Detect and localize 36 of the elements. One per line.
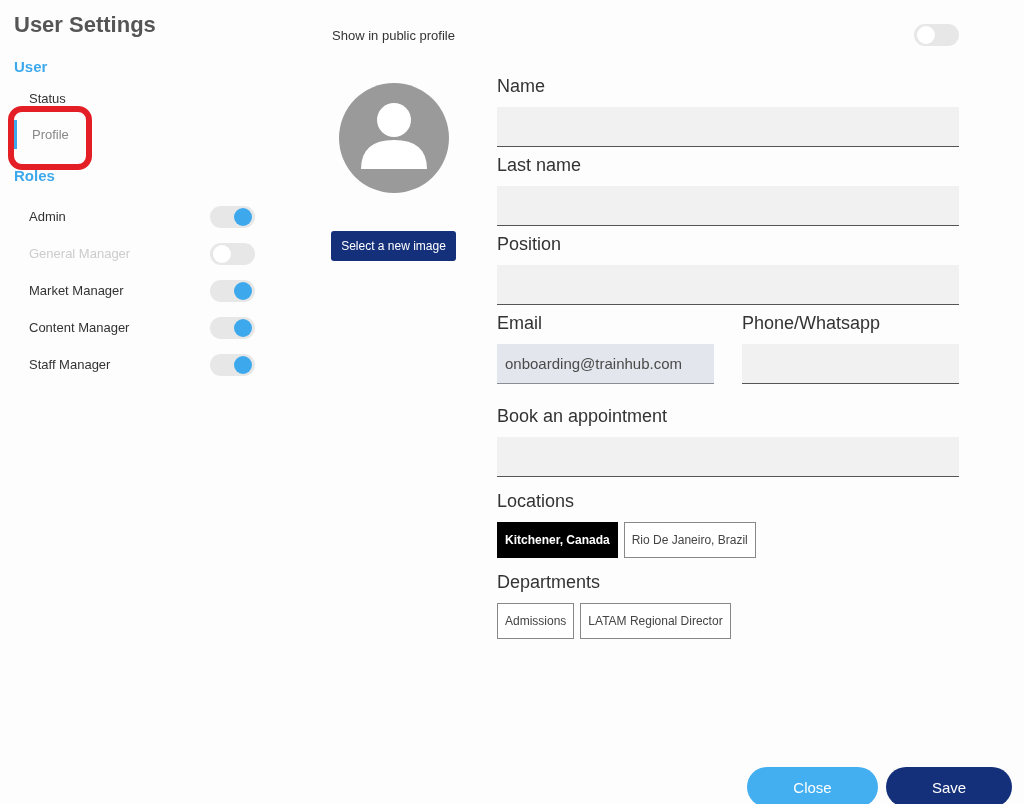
role-label: Staff Manager <box>29 357 111 372</box>
toggle-switch[interactable] <box>210 279 255 302</box>
field-label: Email <box>497 313 543 334</box>
input-field[interactable] <box>497 437 959 477</box>
field-label: Book an appointment <box>497 406 669 427</box>
input-field[interactable] <box>497 265 959 305</box>
field-label: Phone/Whatsapp <box>742 313 882 334</box>
tag-chip[interactable]: Rio De Janeiro, Brazil <box>623 522 756 558</box>
field-label: Departments <box>497 572 602 593</box>
toggle-switch[interactable] <box>210 316 255 339</box>
field-label: Position <box>497 234 563 255</box>
role-label: Admin <box>29 209 66 224</box>
sidebar-item[interactable]: Status <box>14 91 66 106</box>
save-button[interactable]: Save <box>886 767 1012 804</box>
toggle-switch[interactable] <box>210 205 255 228</box>
tag-chip[interactable]: Kitchener, Canada <box>497 522 618 558</box>
avatar-placeholder-icon <box>338 83 449 193</box>
page-title: User Settings <box>14 12 157 38</box>
field-label: Last name <box>497 155 583 176</box>
field-label: Locations <box>497 491 576 512</box>
field-label: Name <box>497 76 546 97</box>
role-label: Market Manager <box>29 283 124 298</box>
section-heading: User <box>14 58 49 75</box>
input-field[interactable] <box>497 186 959 226</box>
section-heading: Roles <box>14 167 56 184</box>
sidebar-item[interactable]: Profile <box>14 120 69 149</box>
select-image-button[interactable]: Select a new image <box>331 231 456 261</box>
toggle-switch[interactable] <box>210 353 255 376</box>
input-field[interactable] <box>742 344 959 384</box>
toggle-switch[interactable] <box>210 242 255 265</box>
toggle-switch[interactable] <box>914 24 959 46</box>
public-profile-label: Show in public profile <box>332 28 455 43</box>
tag-chip[interactable]: Admissions <box>497 603 575 639</box>
tag-chip[interactable]: LATAM Regional Director <box>580 603 731 639</box>
role-label: Content Manager <box>29 320 130 335</box>
input-field[interactable] <box>497 107 959 147</box>
